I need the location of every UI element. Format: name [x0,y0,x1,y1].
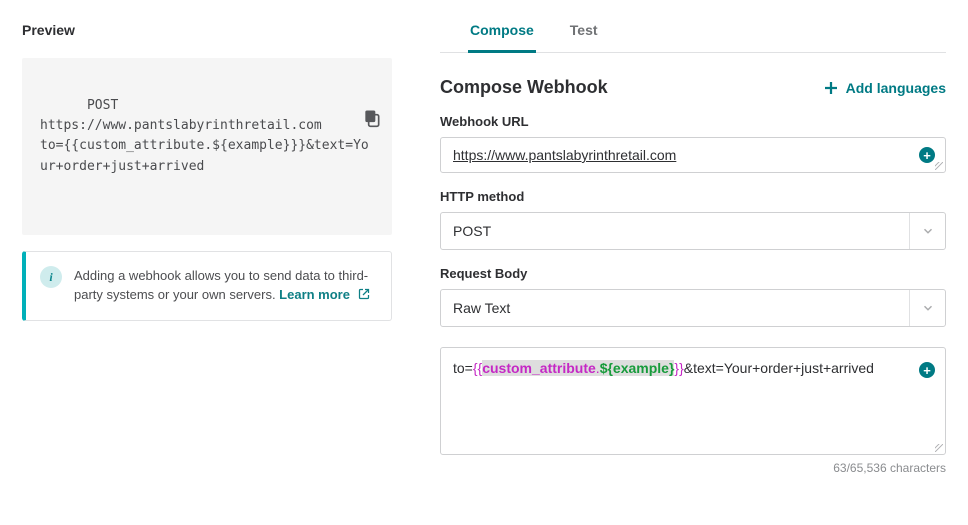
compose-title: Compose Webhook [440,77,608,98]
preview-box: POST https://www.pantslabyrinthretail.co… [22,58,392,235]
learn-more-link[interactable]: Learn more [279,287,369,302]
chevron-down-icon [909,213,945,249]
webhook-url-input[interactable]: https://www.pantslabyrinthretail.com + [440,137,946,173]
url-insert-icon[interactable]: + [919,147,935,163]
tab-test[interactable]: Test [568,16,600,52]
info-icon: i [40,266,62,288]
copy-icon[interactable] [362,68,382,88]
http-method-label: HTTP method [440,189,946,204]
add-languages-button[interactable]: Add languages [822,79,946,97]
http-method-select[interactable]: POST [440,212,946,250]
chevron-down-icon [909,290,945,326]
preview-text: POST https://www.pantslabyrinthretail.co… [40,98,369,173]
tab-compose[interactable]: Compose [468,16,536,52]
tip-box: i Adding a webhook allows you to send da… [22,251,392,321]
request-body-input[interactable]: to={{custom_attribute.${example}}}&text=… [440,347,946,455]
body-insert-icon[interactable]: + [919,362,935,378]
external-link-icon [358,286,370,306]
request-body-label: Request Body [440,266,946,281]
request-body-type-select[interactable]: Raw Text [440,289,946,327]
webhook-url-label: Webhook URL [440,114,946,129]
tabs: Compose Test [440,16,946,53]
charcount-label: 63/65,536 characters [440,461,946,475]
plus-icon [822,79,840,97]
preview-title: Preview [22,22,392,38]
